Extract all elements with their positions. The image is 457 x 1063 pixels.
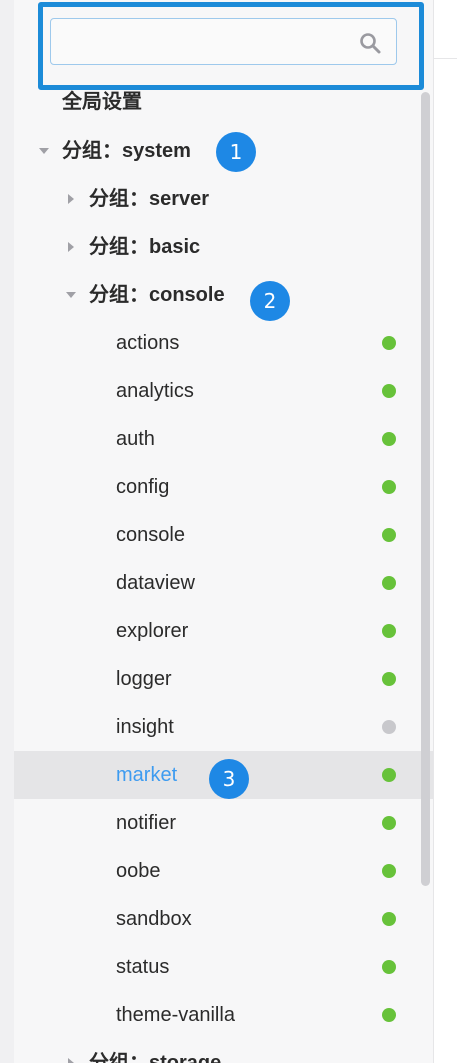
status-dot-icon bbox=[382, 336, 396, 350]
tree-item-label: oobe bbox=[116, 860, 161, 882]
tree-item-notifier[interactable]: notifier bbox=[14, 799, 433, 847]
tree-item-label: actions bbox=[116, 332, 180, 354]
status-dot-icon bbox=[382, 720, 396, 734]
search-icon[interactable] bbox=[358, 31, 382, 55]
tree-item-label: theme-vanilla bbox=[116, 1004, 235, 1026]
tree-item-label: analytics bbox=[116, 380, 194, 402]
tree-group-server[interactable]: 分组：server bbox=[14, 175, 433, 223]
content-area bbox=[434, 0, 457, 1063]
tree-item-label: logger bbox=[116, 668, 172, 690]
tree-group-label: 分组：basic bbox=[89, 236, 201, 258]
left-gutter bbox=[0, 0, 14, 1063]
tree-group-system[interactable]: 分组：system 1 bbox=[14, 127, 433, 175]
status-dot-icon bbox=[382, 528, 396, 542]
tree-scrollbar[interactable] bbox=[421, 92, 430, 886]
tree-item-analytics[interactable]: analytics bbox=[14, 367, 433, 415]
tree-group-label: 分组：console bbox=[89, 284, 225, 306]
tree-group-label: 分组：server bbox=[89, 188, 210, 210]
status-dot-icon bbox=[382, 864, 396, 878]
search-input[interactable] bbox=[61, 27, 355, 58]
tree-item-label: insight bbox=[116, 716, 174, 738]
status-dot-icon bbox=[382, 960, 396, 974]
tree-group-console[interactable]: 分组：console 2 bbox=[14, 271, 433, 321]
status-dot-icon bbox=[382, 816, 396, 830]
tree-item-label: notifier bbox=[116, 812, 177, 834]
status-dot-icon bbox=[382, 768, 396, 782]
step-badge: 1 bbox=[216, 132, 256, 172]
caret-down-icon[interactable] bbox=[65, 288, 77, 302]
tree-item-label: status bbox=[116, 956, 170, 978]
status-dot-icon bbox=[382, 672, 396, 686]
caret-right-icon[interactable] bbox=[65, 1056, 77, 1063]
status-dot-icon bbox=[382, 480, 396, 494]
tree-item-actions[interactable]: actions bbox=[14, 319, 433, 367]
tree-item-label: auth bbox=[116, 428, 155, 450]
tree-item-label: market bbox=[116, 764, 178, 786]
tree-group-basic[interactable]: 分组：basic bbox=[14, 223, 433, 271]
search-box[interactable] bbox=[50, 18, 397, 65]
tree-item-oobe[interactable]: oobe bbox=[14, 847, 433, 895]
status-dot-icon bbox=[382, 624, 396, 638]
content-divider bbox=[434, 58, 457, 59]
status-dot-icon bbox=[382, 384, 396, 398]
status-dot-icon bbox=[382, 432, 396, 446]
status-dot-icon bbox=[382, 1008, 396, 1022]
step-badge: 3 bbox=[209, 759, 249, 799]
tree-item-sandbox[interactable]: sandbox bbox=[14, 895, 433, 943]
tree-item-label: dataview bbox=[116, 572, 195, 594]
tree-group-label: 分组：system bbox=[62, 140, 191, 162]
status-dot-icon bbox=[382, 912, 396, 926]
tree-item-console[interactable]: console bbox=[14, 511, 433, 559]
tree-item-insight[interactable]: insight bbox=[14, 703, 433, 751]
caret-right-icon[interactable] bbox=[65, 192, 77, 206]
caret-down-icon[interactable] bbox=[38, 144, 50, 158]
tree-group-label: 分组：storage bbox=[89, 1052, 222, 1063]
tree-item-config[interactable]: config bbox=[14, 463, 433, 511]
config-tree-page: 全局设置 分组：system 1 分组：server 分组：basic 分组：c… bbox=[0, 0, 457, 1063]
tree-item-theme-vanilla[interactable]: theme-vanilla bbox=[14, 991, 433, 1039]
step-badge: 2 bbox=[250, 281, 290, 321]
tree-item-label: explorer bbox=[116, 620, 189, 642]
tree-item-explorer[interactable]: explorer bbox=[14, 607, 433, 655]
caret-right-icon[interactable] bbox=[65, 240, 77, 254]
tree-item-market[interactable]: market 3 bbox=[14, 751, 433, 799]
tree-item-auth[interactable]: auth bbox=[14, 415, 433, 463]
tree-group-storage[interactable]: 分组：storage bbox=[14, 1039, 433, 1063]
tree-item-label: console bbox=[116, 524, 185, 546]
status-dot-icon bbox=[382, 576, 396, 590]
tree-item-label: config bbox=[116, 476, 170, 498]
tree-item-status[interactable]: status bbox=[14, 943, 433, 991]
tree-item-label: sandbox bbox=[116, 908, 192, 930]
tree-item-global-settings[interactable]: 全局设置 bbox=[14, 78, 433, 126]
tree-item-logger[interactable]: logger bbox=[14, 655, 433, 703]
tree-item-label: 全局设置 bbox=[62, 91, 142, 113]
tree-item-dataview[interactable]: dataview bbox=[14, 559, 433, 607]
